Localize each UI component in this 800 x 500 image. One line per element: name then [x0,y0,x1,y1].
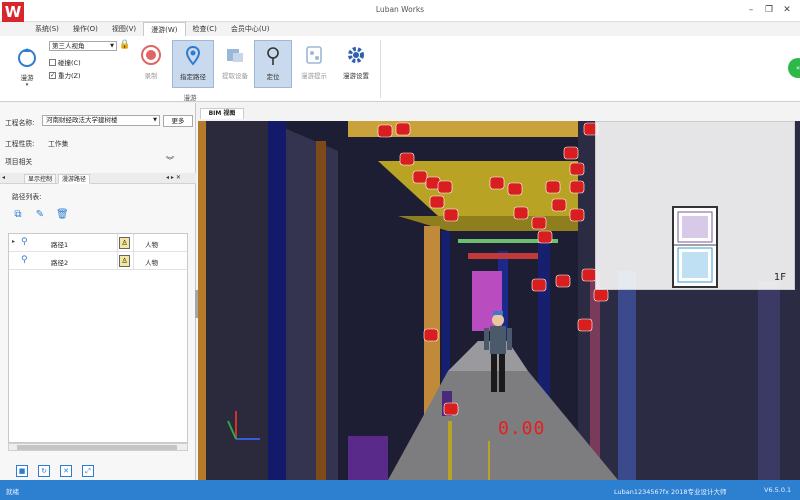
row-pointer-icon: ▸ [12,238,16,245]
project-name-label: 工程名称: [5,119,35,127]
bim-viewport[interactable]: 1F 0.00 [198,121,800,480]
lock-icon[interactable]: 🔒 [119,40,130,50]
roam-settings-button[interactable]: 漫游设置 [338,42,374,88]
record-icon [138,42,164,68]
project-type-value: 工作集 [48,140,69,148]
floor-plan-graphic [674,211,716,283]
license-text: Luban1234567fx 2018专业设计大师 [614,488,727,496]
edit-path-icon[interactable]: ✎ [34,209,46,221]
horizontal-scrollbar[interactable] [8,443,188,451]
locate-button[interactable]: 定位 [254,40,292,88]
set-path-button[interactable]: 指定路径 [172,40,214,88]
window-title: Luban Works [375,5,425,14]
menu-tabs: 系统(S) 操作(O) 视图(V) 漫游(W) 检查(C) 会员中心(U) [28,22,277,36]
roam-icon [14,44,40,70]
ribbon-divider [380,40,381,98]
gear-icon [343,42,369,68]
list-item[interactable]: ⚲ 路径2 ♙ 人物 [9,252,187,270]
cross-icon[interactable]: ✕ [60,465,72,477]
device-icon [222,42,248,68]
tab-display-control[interactable]: 显示控制 [24,174,57,184]
roam-hint-button[interactable]: 漫游提示 [296,42,332,88]
tab-roam-path[interactable]: 漫游路径 [58,174,91,184]
gravity-checkbox[interactable]: ✓ 重力(Z) [49,70,81,80]
ribbon-group-label: 漫游 [183,94,197,102]
floor-label: 1F [773,272,786,283]
tab-system[interactable]: 系统(S) [28,22,66,36]
chevron-down-icon: ▾ [25,82,29,88]
tab-roam[interactable]: 漫游(W) [143,22,186,36]
title-bar: W Luban Works – ❐ ✕ [0,0,800,22]
version-text: V6.5.0.1 [764,486,792,494]
list-item[interactable]: ▸ ⚲ 路径1 ♙ 人物 [9,234,187,252]
more-button[interactable]: 更多 [163,115,193,127]
nav-arrows-icon[interactable]: ◂ ▸ ✕ [166,174,181,181]
project-related-label: 项目相关 [5,158,33,166]
close-button[interactable]: ✕ [780,3,794,17]
project-type-label: 工程性质: [5,140,35,148]
chevron-double-down-icon[interactable]: ︾ [166,155,174,166]
ribbon: 漫游 ▾ 第三人视角 ▼ 🔒 碰撞(C) ✓ 重力(Z) 录制 指定路径 提取设… [0,36,800,102]
chevron-left-icon[interactable]: ◂ [2,174,5,181]
path-pin-icon [180,43,206,69]
check-icon: ✓ [49,71,56,79]
path-list: ▸ ⚲ 路径1 ♙ 人物 ⚲ 路径2 ♙ 人物 [8,233,188,443]
column-divider [117,234,118,270]
status-text: 就绪 [6,488,19,496]
person-icon: ♙ [119,237,130,249]
floor-minimap[interactable]: 1F [595,121,795,290]
tab-check[interactable]: 检查(C) [186,22,224,36]
elevation-readout: 0.00 [498,418,546,439]
status-bar: 就绪 Luban1234567fx 2018专业设计大师 V6.5.0.1 [0,480,800,500]
fit-view-icon[interactable]: ⤢ [82,465,94,477]
project-name-select[interactable]: 河南财经政法大学建树楼 ▼ [42,115,160,126]
chevron-down-icon: ▼ [110,43,114,49]
person-icon: ♙ [119,255,130,267]
chevron-down-icon: ▼ [153,117,157,123]
checkbox-box [49,58,56,66]
roam-button[interactable]: 漫游 ▾ [12,44,42,88]
minimize-button[interactable]: – [744,3,758,17]
hint-icon [301,42,327,68]
path-list-label: 路径列表: [12,193,42,201]
panel-subtabs: ◂ 显示控制 漫游路径 ◂ ▸ ✕ [0,173,196,184]
column-divider [133,234,134,270]
loop-icon[interactable]: ↻ [38,465,50,477]
tab-bim-view[interactable]: BIM 视图 [200,108,244,119]
collision-checkbox[interactable]: 碰撞(C) [49,57,81,67]
floor-plan-thumbnail [672,206,718,288]
tab-view[interactable]: 视图(V) [105,22,143,36]
locate-pin-icon [260,43,286,69]
extract-device-button[interactable]: 提取设备 [217,42,253,88]
play-icon[interactable]: ■ [16,465,28,477]
path-icon: ⚲ [21,237,28,247]
new-path-icon[interactable]: ⧉ [12,209,24,221]
left-panel: 工程名称: 河南财经政法大学建树楼 ▼ 更多 工程性质: 工作集 项目相关 ︾ … [0,103,196,480]
path-icon: ⚲ [21,255,28,265]
view-mode-select[interactable]: 第三人视角 ▼ [49,41,117,51]
restore-button[interactable]: ❐ [762,3,776,17]
tab-member-center[interactable]: 会员中心(U) [224,22,277,36]
tab-operation[interactable]: 操作(O) [66,22,105,36]
record-button[interactable]: 录制 [136,42,166,88]
scrollbar-thumb[interactable] [17,445,177,450]
delete-path-icon[interactable]: 🗑 [56,209,69,221]
